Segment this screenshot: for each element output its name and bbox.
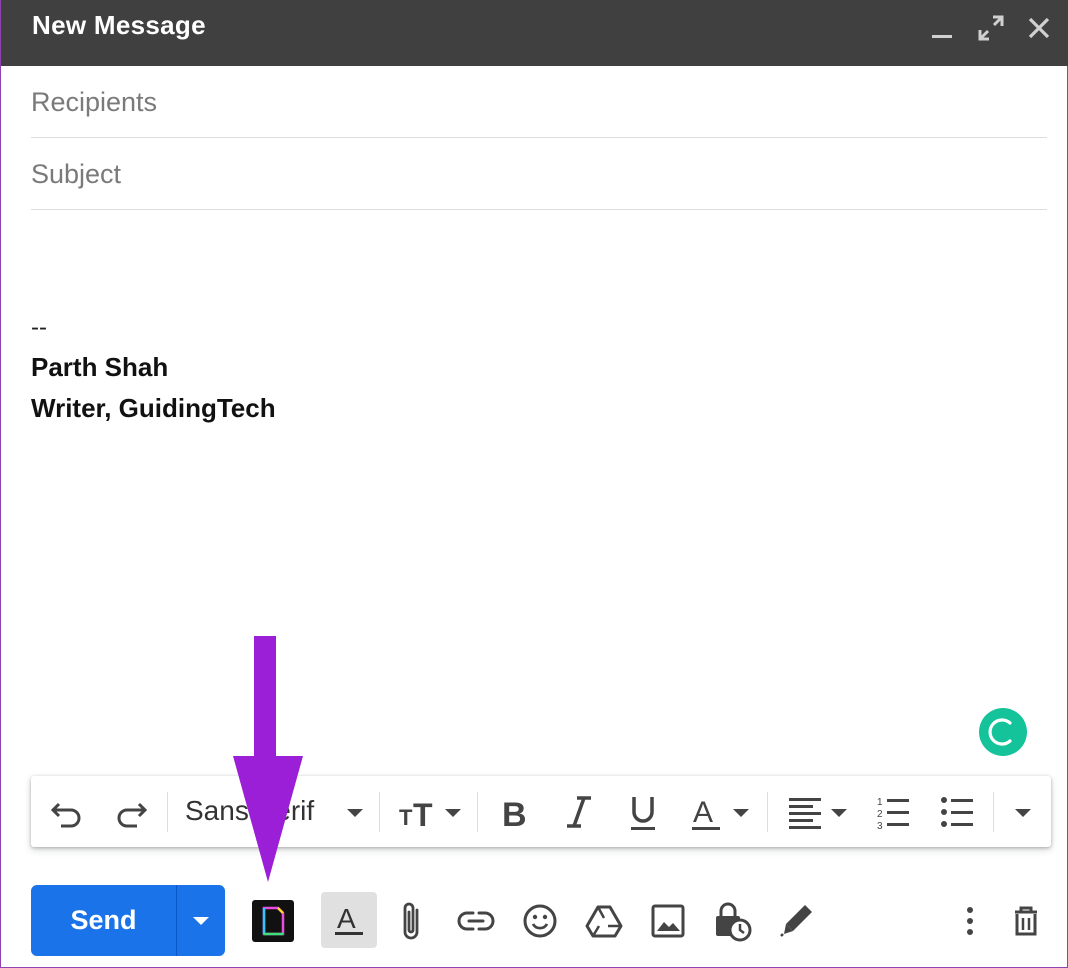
minimize-icon[interactable] [926, 12, 958, 44]
font-family-select[interactable]: Sans Serif [185, 795, 314, 827]
grammarly-icon[interactable] [979, 708, 1027, 756]
svg-text:T: T [413, 797, 433, 833]
toolbar-divider [167, 792, 168, 832]
signature-separator: -- [31, 314, 47, 341]
compose-window: New Message -- Parth Shah Writer, Guidin… [0, 0, 1068, 968]
numbered-list-icon[interactable]: 1 2 3 [873, 790, 913, 834]
confidential-doc-icon[interactable] [248, 896, 298, 946]
italic-icon[interactable] [561, 790, 597, 834]
compose-title: New Message [32, 10, 206, 40]
message-body[interactable]: -- Parth Shah Writer, GuidingTech [31, 230, 1047, 750]
recipients-row [31, 66, 1047, 138]
fullscreen-icon[interactable] [975, 12, 1007, 44]
recipients-field[interactable] [31, 84, 1047, 120]
insert-link-icon[interactable] [451, 896, 501, 946]
svg-text:T: T [399, 805, 413, 830]
signature-name: Parth Shah [31, 352, 169, 382]
toolbar-divider [379, 792, 380, 832]
undo-icon[interactable] [47, 790, 87, 834]
redo-icon[interactable] [111, 790, 151, 834]
insert-emoji-icon[interactable] [515, 896, 565, 946]
svg-text:1: 1 [877, 797, 883, 808]
confidential-mode-icon[interactable] [707, 896, 757, 946]
discard-draft-icon[interactable] [1001, 896, 1051, 946]
bottom-toolbar: Send A [1, 870, 1068, 968]
subject-row [31, 138, 1047, 210]
svg-text:3: 3 [877, 821, 883, 832]
compose-title-bar: New Message [1, 0, 1068, 66]
align-icon[interactable] [785, 790, 853, 834]
toolbar-divider [477, 792, 478, 832]
more-formatting-icon[interactable] [1007, 790, 1039, 834]
close-icon[interactable] [1023, 12, 1055, 44]
formatting-options-icon[interactable]: A [321, 892, 377, 948]
toolbar-divider [993, 792, 994, 832]
signature-title: Writer, GuidingTech [31, 393, 276, 423]
subject-field[interactable] [31, 156, 1047, 192]
more-options-icon[interactable] [945, 896, 995, 946]
bold-icon[interactable]: B [497, 790, 533, 834]
font-family-dropdown-icon[interactable] [341, 790, 369, 834]
svg-text:2: 2 [877, 809, 883, 820]
insert-signature-icon[interactable] [771, 896, 821, 946]
formatting-toolbar: Sans Serif T T B A 1 2 3 [31, 776, 1051, 847]
bulleted-list-icon[interactable] [937, 790, 977, 834]
svg-text:A: A [337, 903, 356, 934]
send-button[interactable]: Send [31, 885, 176, 956]
font-size-icon[interactable]: T T [395, 790, 467, 834]
svg-text:A: A [693, 796, 713, 829]
svg-text:B: B [502, 796, 527, 834]
insert-photo-icon[interactable] [643, 896, 693, 946]
send-options-button[interactable] [177, 885, 225, 956]
google-drive-icon[interactable] [579, 896, 629, 946]
attach-file-icon[interactable] [387, 896, 437, 946]
underline-icon[interactable] [625, 790, 661, 834]
toolbar-divider [767, 792, 768, 832]
text-color-icon[interactable]: A [689, 790, 753, 834]
